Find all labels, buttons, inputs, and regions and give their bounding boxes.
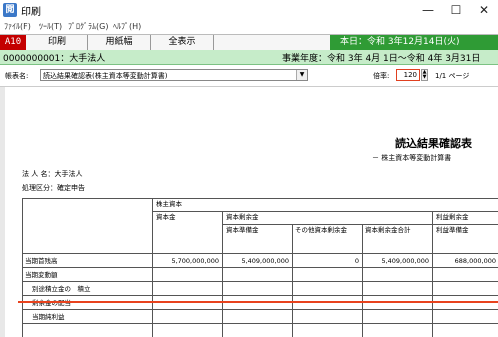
cell-surplus-total-opening: 5,409,000,000: [381, 257, 429, 265]
zoom-label: 倍率:: [373, 72, 390, 80]
zoom-input[interactable]: 120: [396, 69, 420, 81]
cell-other-surplus-opening: 0: [354, 257, 359, 265]
maximize-icon[interactable]: ☐: [442, 0, 470, 20]
corporation-name: 法 人 名：大手法人: [22, 170, 83, 178]
close-icon[interactable]: ✕: [470, 0, 498, 20]
print-button[interactable]: 印刷: [27, 35, 88, 50]
menu-tools[interactable]: ﾂｰﾙ(T): [39, 21, 62, 32]
header-other-capital-surplus: その他資本剰余金: [295, 226, 347, 234]
menu-bar: ﾌｧｲﾙ(F) ﾂｰﾙ(T) ﾌﾟﾛｸﾞﾗﾑ(G) ﾍﾙﾌﾟ(H): [0, 20, 498, 34]
mode-tag: A10: [0, 35, 26, 50]
menu-file[interactable]: ﾌｧｲﾙ(F): [4, 21, 31, 32]
header-retained-earnings: 利益剰余金: [436, 213, 469, 221]
header-capital: 資本金: [156, 213, 176, 221]
form-name-select[interactable]: 読込結果確認表(株主資本等変動計算書) ▼: [40, 69, 308, 81]
fiscal-year: 事業年度：令和 3年 4月 1日～令和 4年 3月31日: [282, 54, 481, 64]
table-line: [152, 211, 498, 212]
header-capital-surplus: 資本剰余金: [226, 213, 259, 221]
company-bar: 0000000001：大手法人 事業年度：令和 3年 4月 1日～令和 4年 3…: [0, 50, 498, 65]
table-row-line: [22, 309, 498, 310]
table-header-bottom: [22, 253, 498, 254]
table-col-line: [222, 211, 223, 337]
table-line: [222, 224, 498, 225]
table-col-line: [292, 224, 293, 337]
table-row-line: [22, 295, 498, 296]
table-border-left: [22, 198, 23, 337]
table-col-line: [432, 211, 433, 337]
document-subtitle: － 株主資本等変動計算書: [372, 154, 452, 162]
preview-gutter: [0, 87, 5, 337]
table-row-line: [22, 267, 498, 268]
row-highlight-marker: [18, 301, 498, 303]
header-capital-reserve: 資本準備金: [226, 226, 259, 234]
document-title: 読込結果確認表: [395, 137, 472, 150]
menu-help[interactable]: ﾍﾙﾌﾟ(H): [113, 21, 141, 32]
header-legal-reserve: 利益準備金: [436, 226, 469, 234]
row-label-opening-balance: 当期首残高: [25, 257, 58, 265]
cell-capital-opening: 5,700,000,000: [171, 257, 219, 265]
minimize-icon[interactable]: —: [414, 0, 442, 20]
form-name-value: 読込結果確認表(株主資本等変動計算書): [43, 72, 168, 80]
row-label-changes: 当期変動額: [25, 271, 58, 279]
header-capital-surplus-total: 資本剰余金合計: [365, 226, 411, 234]
cell-capital-reserve-opening: 5,409,000,000: [241, 257, 289, 265]
window-title: 印刷: [21, 7, 41, 18]
row-label-reserve-accumulation: 別途積立金の 積立: [32, 285, 91, 293]
options-row: 帳表名: 読込結果確認表(株主資本等変動計算書) ▼ 倍率: 120 ▲ ▼ 1/…: [0, 66, 498, 84]
menu-program[interactable]: ﾌﾟﾛｸﾞﾗﾑ(G): [68, 21, 108, 32]
toolbar: A10 印刷 用紙幅 全表示 本日：令和 3年12月14日(火): [0, 34, 498, 51]
today-date: 本日：令和 3年12月14日(火): [330, 35, 498, 50]
cell-legal-reserve-opening: 688,000,000: [454, 257, 496, 265]
table-row-line: [22, 323, 498, 324]
company-name: 0000000001：大手法人: [3, 54, 106, 64]
row-label-net-income: 当期純利益: [32, 313, 65, 321]
form-name-label: 帳表名:: [5, 72, 29, 80]
show-all-button[interactable]: 全表示: [151, 35, 214, 50]
table-row-line: [22, 281, 498, 282]
chevron-down-icon[interactable]: ▼: [296, 70, 307, 80]
print-preview[interactable]: 読込結果確認表 － 株主資本等変動計算書 法 人 名：大手法人 処理区分：確定申…: [0, 86, 498, 337]
app-icon: 閲: [3, 3, 17, 17]
title-bar: 閲 印刷 — ☐ ✕: [0, 0, 498, 20]
header-shareholders-equity: 株主資本: [156, 200, 182, 208]
table-col-line: [362, 224, 363, 337]
zoom-spinner-icon[interactable]: ▲ ▼: [421, 69, 428, 81]
table-col-line: [152, 198, 153, 337]
page-count: 1/1 ページ: [435, 72, 470, 80]
table-border-top: [22, 198, 498, 199]
paper-width-button[interactable]: 用紙幅: [88, 35, 151, 50]
process-type: 処理区分：確定申告: [22, 184, 85, 192]
